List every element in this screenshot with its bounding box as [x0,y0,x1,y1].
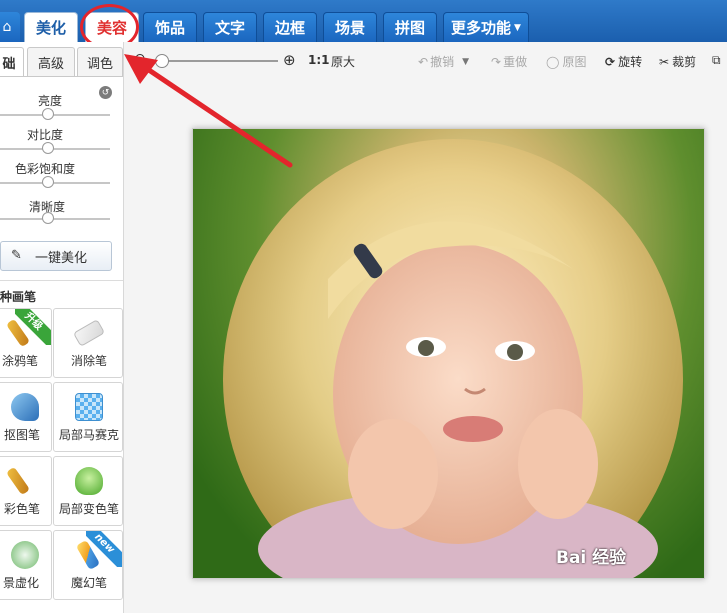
watermark-text: Bai 经验 [556,548,627,568]
redo-icon: ↷ [491,54,502,69]
mosaic-icon [75,393,103,421]
upgrade-badge: 升级 [15,309,51,345]
tool-local-recolor-pen[interactable]: 局部变色笔 [53,456,123,526]
subtab-color[interactable]: 调色 [77,47,123,77]
home-icon: ⌂ [2,19,12,35]
canvas-photo[interactable] [192,128,705,579]
original-image-icon: ◯ [546,54,560,69]
chevron-down-icon: ▼ [462,56,469,67]
subtab-basic[interactable]: 础 [0,47,24,77]
tool-cutout-pen[interactable]: 抠图笔 [0,382,52,452]
saturation-slider[interactable] [0,182,110,184]
tab-scene[interactable]: 场景 [323,12,377,42]
tab-beautify[interactable]: 美化 [24,12,78,42]
left-panel: 础 高级 调色 ↺ 亮度 对比度 色彩饱和度 清晰度 ✎ 一键美化 种画笔 升级… [0,42,124,613]
tool-local-mosaic[interactable]: 局部马赛克 [53,382,123,452]
zoom-slider-handle[interactable] [155,54,169,68]
sharpness-slider[interactable] [0,218,110,220]
tool-color-pen[interactable]: 彩色笔 [0,456,52,526]
sharpness-slider-handle[interactable] [42,212,54,224]
saturation-slider-handle[interactable] [42,176,54,188]
tab-frame[interactable]: 边框 [263,12,317,42]
tab-more-features[interactable]: 更多功能 ▼ [443,12,529,42]
zoom-in-icon[interactable]: ⊕ [283,51,296,69]
new-badge: new [86,531,122,567]
undo-icon: ↶ [418,54,429,69]
crop-button[interactable]: ✂ 裁剪 [659,53,696,70]
original-size-button[interactable]: 原大 [331,53,355,70]
tab-text[interactable]: 文字 [203,12,257,42]
contrast-slider[interactable] [0,148,110,150]
chevron-down-icon: ▼ [514,22,521,33]
scissors-icon: ✂ [659,54,670,69]
paint-bucket-icon [75,467,103,495]
contrast-label: 对比度 [26,128,63,142]
edit-toolbar: ⊖ ⊕ 1:1 原大 ↶ 撤销 ▼ ↷ 重做 ◯ 原图 ⟳ 旋转 ✂ 裁剪 ⧉ [124,42,727,80]
zoom-out-icon[interactable]: ⊖ [134,51,146,67]
pen-nib-icon [11,393,39,421]
home-tab[interactable]: ⌂ [0,12,20,42]
tool-magic-pen[interactable]: new 魔幻笔 [53,530,123,600]
brightness-slider-handle[interactable] [42,108,54,120]
tab-collage[interactable]: 拼图 [383,12,437,42]
contrast-slider-handle[interactable] [42,142,54,154]
brush-section-title: 种画笔 [0,290,37,304]
undo-button[interactable]: ↶ 撤销 ▼ [418,53,469,70]
tab-accessories[interactable]: 饰品 [143,12,197,42]
blur-icon [11,541,39,569]
tool-background-blur[interactable]: 景虚化 [0,530,52,600]
resize-icon[interactable]: ⧉ [712,53,721,68]
tool-eraser-pen[interactable]: 消除笔 [53,308,123,378]
tool-doodle-pen[interactable]: 升级 涂鸦笔 [0,308,52,378]
zoom-slider[interactable] [160,60,278,62]
eraser-icon [72,319,106,347]
original-image-button[interactable]: ◯ 原图 [546,53,586,70]
brightness-label: 亮度 [37,94,62,108]
girl-photo [223,139,683,578]
subtab-advanced[interactable]: 高级 [27,47,75,77]
brightness-slider[interactable] [0,114,110,116]
redo-button[interactable]: ↷ 重做 [491,53,527,70]
ratio-button[interactable]: 1:1 [308,53,330,67]
saturation-label: 色彩饱和度 [14,162,75,176]
rotate-button[interactable]: ⟳ 旋转 [605,53,642,70]
paintbrush-icon [5,466,31,496]
rotate-icon: ⟳ [605,54,616,69]
reset-icon[interactable]: ↺ [99,86,112,99]
one-key-beautify-button[interactable]: ✎ 一键美化 [0,241,112,271]
magic-wand-icon: ✎ [11,248,22,263]
